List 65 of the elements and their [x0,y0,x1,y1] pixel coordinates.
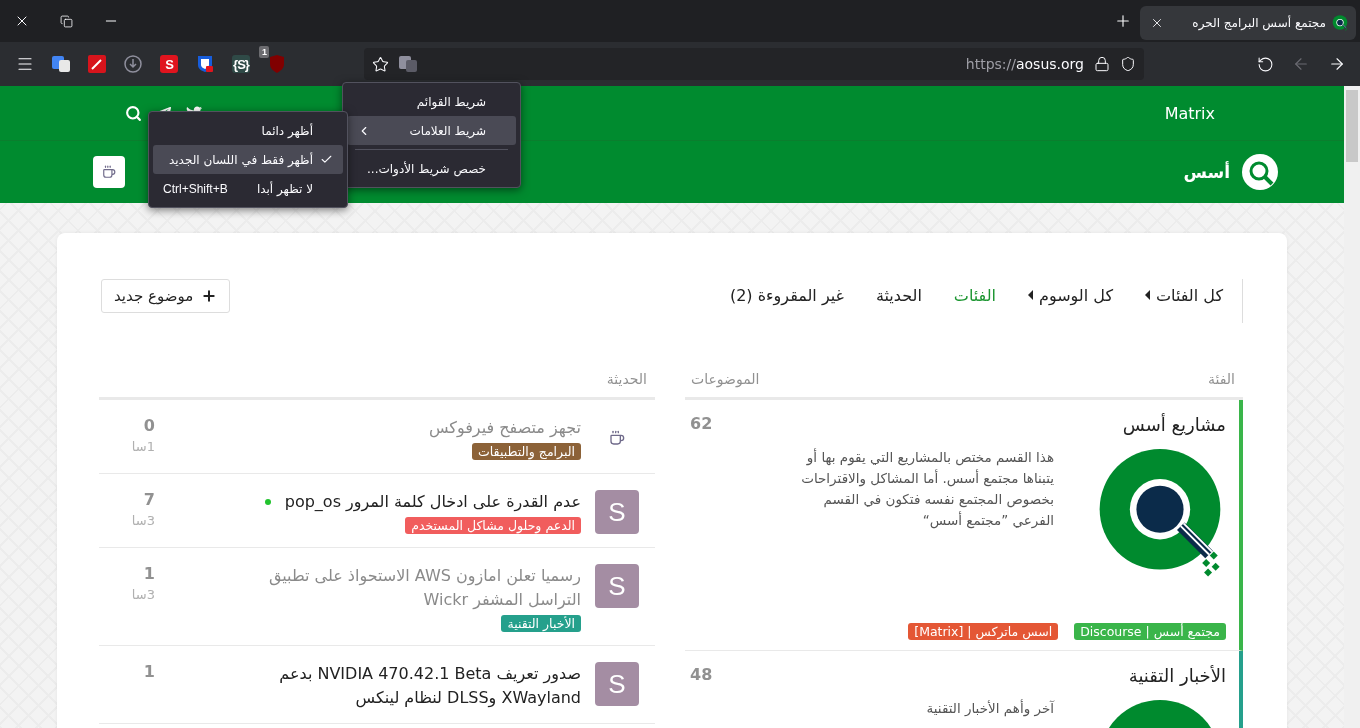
extension-icon[interactable]: {S} [232,55,250,73]
address-bar[interactable]: https://aosus.org [364,48,1144,80]
lock-shield-icon[interactable] [196,55,214,73]
menu-item[interactable]: شريط القوائم [347,87,516,116]
menu-item[interactable]: خصص شريط الأدوات... [347,154,516,183]
topic-age: 3سا [131,587,155,602]
search-icon[interactable] [125,104,142,122]
restore-window-icon[interactable] [60,14,73,28]
menu-item[interactable]: شريط العلامات [347,116,516,145]
magic-wand-icon[interactable] [88,55,106,73]
nav-tab[interactable]: كل الفئات [1145,285,1223,305]
site-logo[interactable] [1242,154,1278,190]
translate-icon[interactable] [399,55,417,73]
url-text: https://aosus.org [965,56,1084,72]
site-favicon [1332,15,1348,31]
extension-icon[interactable]: S [160,55,178,73]
header-link[interactable]: Matrix [1164,103,1215,123]
reply-count: 0 [143,416,155,435]
topic-count: 48 [690,665,713,686]
category-name[interactable]: الأخبار التقنية [712,665,1226,686]
tab-title: مجتمع أسس البرامج الحره [1192,16,1326,30]
column-heading: الحديثة [606,371,647,387]
close-tab-icon[interactable] [1150,16,1164,30]
download-icon[interactable] [124,55,142,73]
caret-icon [1028,290,1033,300]
caret-icon [1145,290,1150,300]
arrow-right-icon[interactable] [1328,55,1346,73]
new-tab-icon[interactable] [1114,12,1132,30]
count-badge: 1 [259,46,269,58]
topic-count: 62 [690,414,713,435]
nav-tab[interactable]: الفئات [953,285,996,305]
menu-icon[interactable] [16,55,34,73]
reply-count: 1 [143,662,155,681]
topic-title[interactable]: رسميا تعلن امازون AWS الاستحواذ على تطبيق التراسل المشفر Wickr [251,564,581,612]
shortcut-text: Ctrl+Shift+B [163,181,228,196]
account-button[interactable] [93,156,125,188]
brand-name[interactable]: أسس [1183,162,1230,182]
topic-title[interactable]: تجهز متصفح فيرفوكس [428,416,581,440]
browser-tab[interactable]: مجتمع أسس البرامج الحره [1140,6,1356,40]
reply-count: 1 [143,564,155,583]
nav-tab[interactable]: كل الوسوم [1028,285,1113,305]
subcategory-badge[interactable]: اسس ماتركس | [Matrix] [908,623,1059,640]
category-description: هذا القسم مختص بالمشاريع التي يقوم بها أو يتبناها مجتمع أسس. أما المشاكل والاقتراحات بخصوص المجتمع نفسه فتكون في القسم الفرعي ”مجتمع أسس“ [800,447,1054,531]
translate-icon[interactable] [52,55,70,73]
topic-age: 3سا [131,513,155,528]
category-description: آخر وأهم الأخبار التقنية [925,698,1054,719]
new-topic-button[interactable]: موضوع جديد [101,279,231,313]
topic-title[interactable]: عدم القدرة على ادخال كلمة المرور pop_os [284,490,581,514]
cup-icon [102,165,116,179]
category-name[interactable]: مشاريع أسس [712,414,1226,435]
reply-count: 7 [143,490,155,509]
shield-icon[interactable] [1120,56,1136,72]
menu-item[interactable]: أظهر فقط في اللسان الجديد [153,145,343,174]
topic-age: 1سا [131,439,155,454]
column-heading: الموضوعات [691,371,760,387]
cup-icon[interactable] [609,430,625,446]
menu-item[interactable]: أظهر دائما [153,116,343,145]
column-heading: الفئة [1208,371,1235,387]
lock-icon[interactable] [1094,56,1110,72]
topic-title[interactable]: صدور تعريف NVIDIA 470.42.1 Beta بدعم XWayland وDLSS لنظام لينكس [251,662,581,710]
star-icon[interactable] [372,55,389,73]
nav-tab[interactable]: الحديثة [875,285,922,305]
category-badge[interactable]: البرامج والتطبيقات [472,443,581,460]
reload-icon[interactable] [1257,55,1274,73]
nav-tab[interactable]: غير المقروءة (2) [729,285,844,305]
